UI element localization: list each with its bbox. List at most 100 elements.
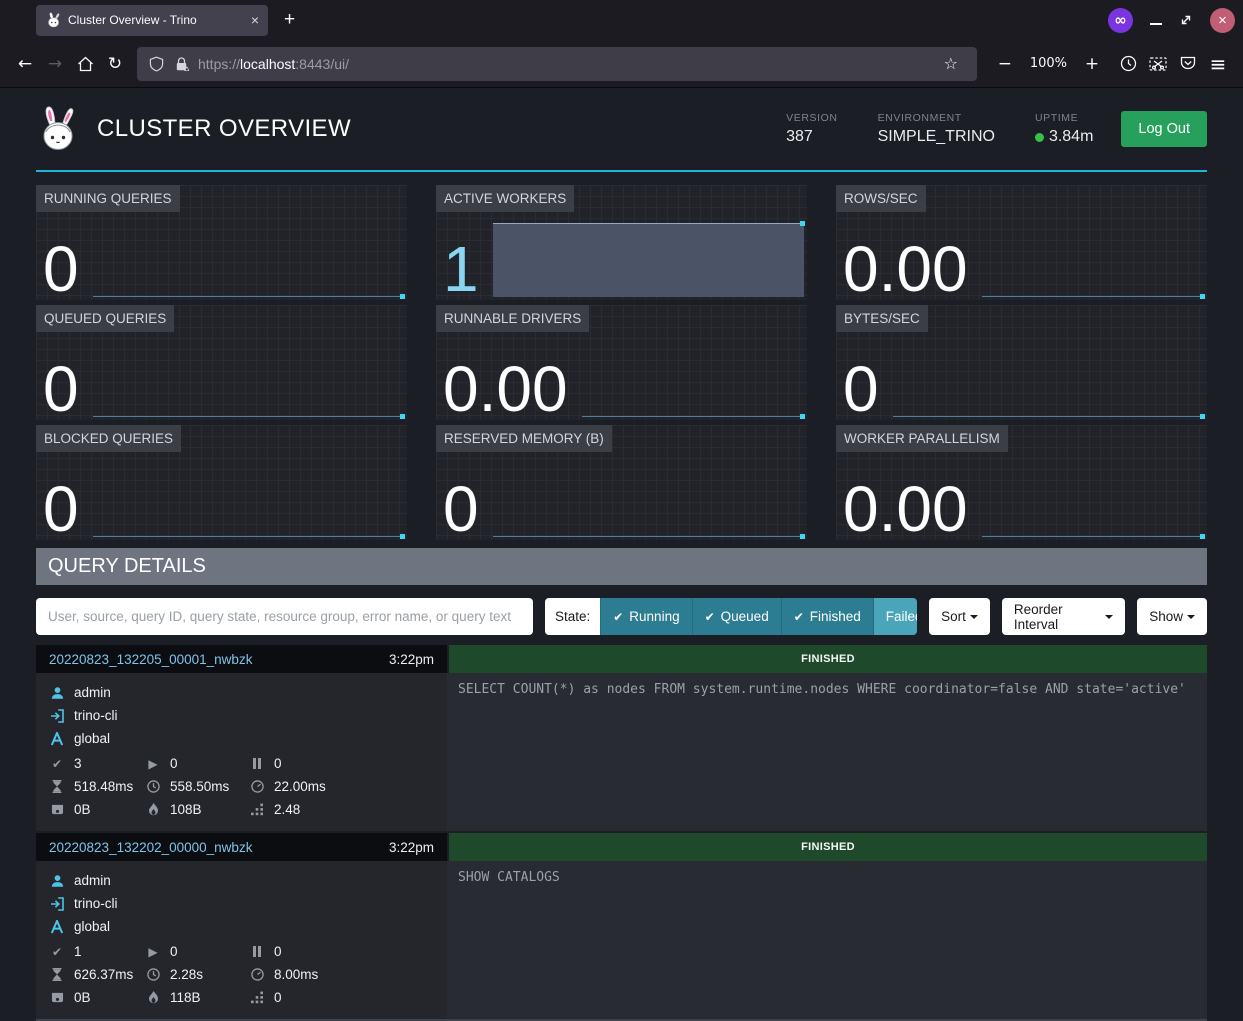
url-path: :8443/ui/ [295, 56, 349, 72]
state-queued-label: Queued [721, 609, 769, 624]
sparkline-chart [93, 410, 404, 417]
version-label: VERSION [786, 112, 837, 124]
new-tab-button[interactable]: + [284, 9, 295, 31]
url-scheme: https:// [198, 56, 240, 72]
window-minimize-button[interactable] [1150, 23, 1162, 25]
bookmark-star-icon[interactable]: ☆ [936, 49, 966, 79]
pocket-icon[interactable] [1173, 49, 1203, 79]
query-source: trino-cli [74, 708, 118, 723]
query-id-link[interactable]: 20220823_132205_00001_nwbzk [49, 652, 252, 667]
state-filter-running[interactable]: ✔ Running [600, 598, 691, 635]
cpu-time-gauge-icon [249, 968, 265, 981]
lock-warning-icon[interactable] [173, 56, 189, 72]
state-filter-group: State: ✔ Running ✔ Queued ✔ Finished Fai… [545, 598, 917, 635]
window-close-button[interactable]: × [1210, 8, 1235, 33]
source-sign-in-icon [49, 709, 65, 723]
cpu-time-gauge-icon [249, 780, 265, 793]
sparkline-chart [982, 530, 1204, 537]
back-button[interactable]: ← [10, 49, 40, 79]
chevron-down-icon [1105, 615, 1113, 619]
stat-value: 0 [43, 363, 79, 417]
query-resource-group: global [74, 919, 110, 934]
sparkline-chart [93, 290, 404, 297]
stat-value: 0.00 [843, 483, 968, 537]
reload-button[interactable]: ↻ [100, 49, 130, 79]
state-failed-label: Failed [886, 609, 917, 624]
wall-time-hourglass-icon [49, 780, 65, 793]
menu-hamburger-icon[interactable]: ≡ [1203, 49, 1233, 79]
queued-splits: 0 [274, 756, 282, 771]
history-icon[interactable] [1113, 49, 1143, 79]
home-button[interactable] [70, 49, 100, 79]
stat-value: 0.00 [443, 363, 568, 417]
query-time: 3:22pm [389, 840, 434, 855]
stat-card-bytes-per-sec: BYTES/SEC 0 [836, 305, 1207, 420]
sparkline-endpoint-dot [1200, 414, 1205, 419]
sparkline-chart [493, 530, 804, 537]
query-row: 20220823_132205_00001_nwbzk 3:22pm FINIS… [36, 645, 1207, 831]
query-row-header: 20220823_132205_00001_nwbzk 3:22pm [36, 645, 447, 673]
window-restore-button[interactable] [1179, 13, 1193, 27]
forward-button[interactable]: → [40, 49, 70, 79]
sort-dropdown[interactable]: Sort [929, 598, 990, 635]
tab-close-icon[interactable]: × [251, 13, 259, 27]
stat-label: RUNNING QUERIES [36, 185, 180, 212]
version-value: 387 [786, 128, 837, 146]
logout-button[interactable]: Log Out [1121, 111, 1207, 147]
firefox-account-avatar[interactable]: ∞ [1108, 8, 1133, 33]
check-icon: ✔ [613, 610, 623, 624]
resource-group-font-icon [49, 732, 65, 746]
check-icon: ✔ [705, 610, 715, 624]
stat-value: 0 [443, 483, 479, 537]
browser-tab[interactable]: Cluster Overview - Trino × [36, 5, 268, 36]
stat-value: 1 [443, 243, 479, 297]
zoom-in-button[interactable]: + [1077, 49, 1107, 79]
sparkline-endpoint-dot [400, 534, 405, 539]
sparkline-endpoint-dot [400, 414, 405, 419]
query-status-bar: FINISHED [449, 645, 1207, 673]
completed-splits: 1 [74, 944, 82, 959]
stat-label: BLOCKED QUERIES [36, 425, 181, 452]
sparkline-endpoint-dot [800, 414, 805, 419]
show-dropdown[interactable]: Show [1137, 598, 1207, 635]
queued-splits-pause-icon [249, 946, 265, 957]
browser-titlebar: Cluster Overview - Trino × + ∞ × [0, 0, 1243, 40]
screenshot-scissors-icon[interactable] [1143, 49, 1173, 79]
query-source: trino-cli [74, 896, 118, 911]
state-filter-finished[interactable]: ✔ Finished [781, 598, 873, 635]
reorder-interval-dropdown[interactable]: Reorder Interval [1002, 598, 1125, 635]
query-id-link[interactable]: 20220823_132202_00000_nwbzk [49, 840, 252, 855]
stat-value: 0 [43, 243, 79, 297]
state-filter-failed-dropdown[interactable]: Failed [873, 598, 917, 635]
elapsed-time-clock-icon [145, 780, 161, 793]
stat-label: BYTES/SEC [836, 305, 928, 332]
query-search-input[interactable] [36, 598, 533, 635]
query-filter-toolbar: State: ✔ Running ✔ Queued ✔ Finished Fai… [36, 598, 1207, 635]
source-sign-in-icon [49, 897, 65, 911]
state-filter-queued[interactable]: ✔ Queued [692, 598, 781, 635]
parallelism: 0 [274, 990, 282, 1005]
sparkline-endpoint-dot [1200, 534, 1205, 539]
user-icon [49, 686, 65, 700]
uptime-info: UPTIME 3.84m [1035, 112, 1093, 146]
url-bar[interactable]: https://localhost:8443/ui/ ☆ [137, 47, 977, 81]
stat-label: ROWS/SEC [836, 185, 926, 212]
query-user: admin [74, 873, 111, 888]
parallelism: 2.48 [274, 802, 300, 817]
current-memory: 0B [74, 990, 91, 1005]
shield-icon[interactable] [148, 56, 164, 72]
check-icon: ✔ [794, 610, 804, 624]
stat-value: 0 [843, 363, 879, 417]
zoom-out-button[interactable]: − [990, 49, 1020, 79]
query-user: admin [74, 685, 111, 700]
elapsed-time-clock-icon [145, 968, 161, 981]
cumulative-memory-flame-icon [145, 803, 161, 816]
completed-splits-check-icon: ✔ [49, 757, 65, 771]
trino-bunny-logo [36, 105, 80, 153]
url-text[interactable]: https://localhost:8443/ui/ [198, 56, 927, 72]
sparkline-chart [93, 530, 404, 537]
cumulative-memory-flame-icon [145, 991, 161, 1004]
sparkline-chart [582, 410, 804, 417]
state-running-label: Running [629, 609, 679, 624]
zoom-level[interactable]: 100% [1030, 56, 1067, 71]
